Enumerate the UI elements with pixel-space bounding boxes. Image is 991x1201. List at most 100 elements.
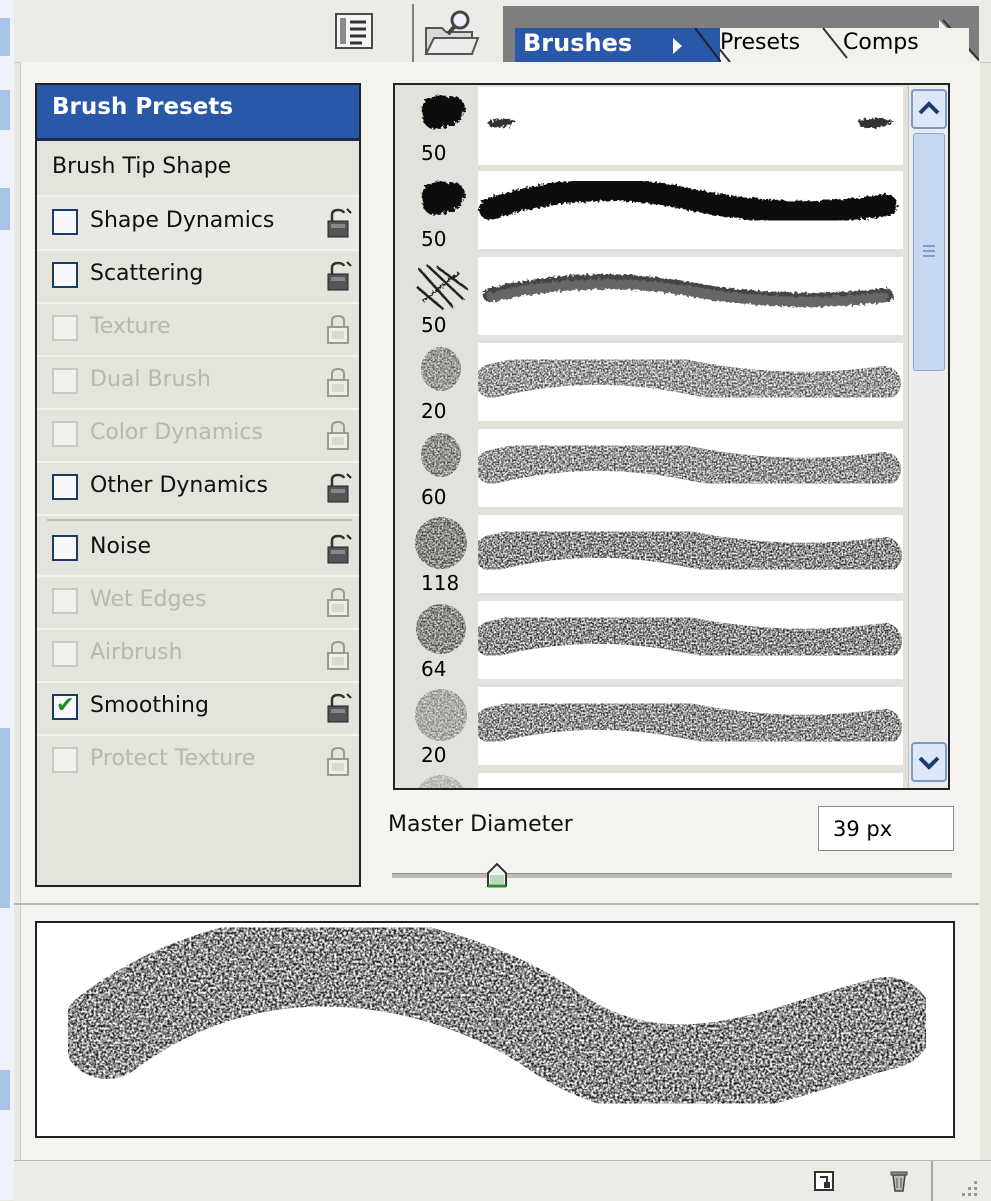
brush-list-scrollbar[interactable]: [908, 85, 948, 788]
dual-brush-item[interactable]: Dual Brush: [37, 356, 359, 410]
brush-preset-row[interactable]: 50: [403, 171, 903, 255]
brush-preset-row[interactable]: [403, 773, 903, 788]
dual-brush-checkbox[interactable]: [52, 368, 78, 394]
resize-grip-icon[interactable]: [960, 1179, 980, 1199]
brush-stroke-preview: [475, 343, 903, 421]
brush-tip-thumbnail: [421, 181, 465, 215]
document-list-icon[interactable]: [332, 12, 378, 52]
master-diameter-value: 39 px: [833, 817, 893, 841]
brush-tip-thumbnail: [416, 604, 466, 654]
brush-size-label: 50: [421, 227, 447, 251]
brush-tip-thumbnail: [421, 95, 465, 129]
tab-comps[interactable]: Comps: [819, 28, 969, 62]
brush-size-label: 60: [421, 485, 447, 509]
item-label: Scattering: [90, 261, 204, 286]
noise-checkbox[interactable]: [52, 535, 78, 561]
brush-tip-thumbnail: [416, 264, 468, 310]
master-diameter-field[interactable]: 39 px: [818, 806, 954, 851]
brush-tip-shape-item[interactable]: Brush Tip Shape: [37, 143, 359, 197]
lock-icon[interactable]: [323, 745, 353, 777]
item-label: Smoothing: [90, 693, 209, 718]
item-label: Wet Edges: [90, 587, 207, 612]
brush-tip-thumbnail: [415, 689, 467, 741]
smoothing-item[interactable]: ✔ Smoothing: [37, 682, 359, 736]
new-brush-icon[interactable]: [812, 1167, 838, 1193]
brush-size-label: 64: [421, 657, 447, 681]
brush-presets-header[interactable]: Brush Presets: [37, 85, 359, 141]
brush-stroke-preview-large: [35, 914, 955, 1138]
scattering-checkbox[interactable]: [52, 262, 78, 288]
shape-dynamics-item[interactable]: Shape Dynamics: [37, 197, 359, 251]
airbrush-item[interactable]: Airbrush: [37, 629, 359, 683]
brush-preset-row[interactable]: 50: [403, 257, 903, 341]
brush-stroke-preview: [474, 687, 903, 765]
master-diameter-label: Master Diameter: [388, 812, 573, 837]
tab-brushes[interactable]: Brushes: [515, 28, 721, 62]
texture-item[interactable]: Texture: [37, 303, 359, 357]
brush-stroke-preview: [474, 515, 903, 593]
brush-stroke-preview: [478, 773, 903, 788]
brush-size-label: 20: [421, 399, 447, 423]
toolbar-separator: [412, 4, 414, 62]
lock-icon[interactable]: [323, 207, 353, 239]
brush-preset-row[interactable]: 60: [403, 429, 903, 513]
item-label: Texture: [90, 314, 171, 339]
other-dynamics-checkbox[interactable]: [52, 474, 78, 500]
brush-tip-thumbnail: [421, 433, 461, 477]
noise-item[interactable]: Noise: [37, 523, 359, 577]
item-label: Brush Tip Shape: [52, 154, 232, 179]
lock-icon[interactable]: [323, 692, 353, 724]
color-dynamics-item[interactable]: Color Dynamics: [37, 409, 359, 463]
airbrush-checkbox[interactable]: [52, 641, 78, 667]
texture-checkbox[interactable]: [52, 315, 78, 341]
brush-preset-row[interactable]: 50: [403, 85, 903, 169]
lock-icon[interactable]: [323, 313, 353, 345]
lock-icon[interactable]: [323, 586, 353, 618]
brush-preset-row[interactable]: 64: [403, 601, 903, 685]
list-divider: [47, 519, 352, 521]
master-diameter-slider-track[interactable]: [392, 873, 952, 878]
master-diameter-slider-handle[interactable]: [484, 861, 510, 889]
color-dynamics-checkbox[interactable]: [52, 421, 78, 447]
trash-icon[interactable]: [886, 1167, 912, 1193]
tab-presets[interactable]: Presets: [704, 28, 824, 62]
wet-edges-checkbox[interactable]: [52, 588, 78, 614]
shape-dynamics-checkbox[interactable]: [52, 209, 78, 235]
brush-tip-thumbnail: [418, 775, 464, 788]
lock-icon[interactable]: [323, 419, 353, 451]
brush-preset-row[interactable]: 20: [403, 343, 903, 427]
lock-icon[interactable]: [323, 366, 353, 398]
protect-texture-item[interactable]: Protect Texture: [37, 735, 359, 787]
host-edge-block: [0, 90, 10, 130]
brush-stroke-preview: [478, 171, 903, 249]
checkmark-icon: ✔: [56, 693, 75, 718]
smoothing-checkbox[interactable]: ✔: [52, 693, 78, 720]
protect-texture-checkbox[interactable]: [52, 747, 78, 773]
lock-icon[interactable]: [323, 260, 353, 292]
brush-presets-label: Brush Presets: [52, 94, 234, 120]
item-label: Color Dynamics: [90, 420, 263, 445]
footer-separator: [931, 1161, 933, 1201]
folder-search-icon[interactable]: [422, 8, 482, 56]
lock-icon[interactable]: [323, 472, 353, 504]
other-dynamics-item[interactable]: Other Dynamics: [37, 462, 359, 516]
lock-icon[interactable]: [323, 533, 353, 565]
scroll-up-button[interactable]: [911, 89, 947, 129]
brush-stroke-preview: [475, 429, 903, 507]
grip-icon: [923, 245, 935, 257]
host-window-edge: [0, 0, 14, 1200]
item-label: Shape Dynamics: [90, 208, 275, 233]
lock-icon[interactable]: [323, 639, 353, 671]
brush-preset-row[interactable]: 20: [403, 687, 903, 771]
wet-edges-item[interactable]: Wet Edges: [37, 576, 359, 630]
brush-preset-row[interactable]: 118: [403, 515, 903, 599]
scattering-item[interactable]: Scattering: [37, 250, 359, 304]
host-edge-block: [0, 1070, 10, 1110]
brush-tip-thumbnail: [421, 347, 461, 391]
scroll-down-button[interactable]: [911, 742, 947, 782]
scroll-thumb[interactable]: [913, 133, 945, 371]
palette-menu-arrow-icon[interactable]: [673, 38, 682, 54]
host-edge-block: [0, 188, 10, 230]
brush-stroke-preview: [478, 257, 903, 335]
item-label: Other Dynamics: [90, 473, 268, 498]
